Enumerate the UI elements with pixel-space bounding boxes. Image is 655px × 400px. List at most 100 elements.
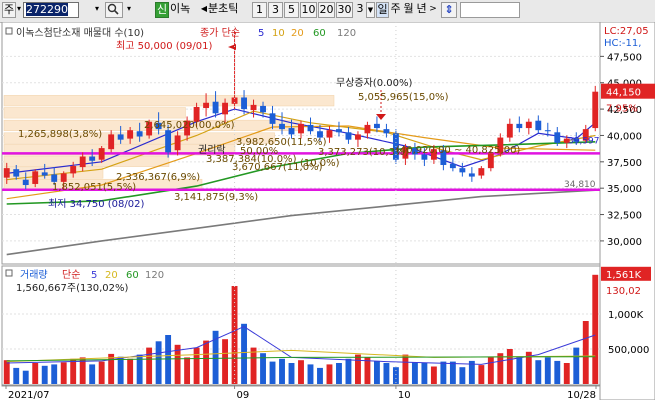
volume-bar: [117, 356, 124, 384]
volume-profile-label: 5,055,965(15,0%): [358, 92, 449, 103]
stock-code-value: 272290: [26, 3, 68, 16]
volume-current-value: 1,561K: [606, 270, 642, 281]
interval-button-1[interactable]: 1: [252, 2, 267, 18]
signal-button[interactable]: 신: [155, 2, 169, 18]
candle-body: [269, 113, 276, 124]
volume-bar: [345, 358, 352, 384]
search-icon[interactable]: [105, 2, 123, 18]
price-tick-label: 32,500: [607, 211, 642, 222]
chart-window: 주 ▾ 272290 ▾ ▾ 신 이녹 ◀ 분초틱 1 3 5 10 20 30…: [0, 0, 655, 400]
price-tick-label: 37,500: [607, 158, 642, 169]
volume-bar: [411, 362, 418, 384]
volume-profile-label: 2,645,020(00,0%): [144, 120, 235, 131]
ma120-current-value: 34,810: [564, 180, 596, 190]
volume-bar: [127, 358, 134, 384]
volume-bar: [165, 335, 172, 384]
interval-current[interactable]: 3: [355, 2, 365, 18]
candle-body: [98, 148, 105, 160]
x-tick-label: 10/28: [567, 390, 596, 400]
volume-bar: [506, 349, 513, 384]
volume-profile-label: 3,141,875(9,3%): [174, 192, 258, 203]
volume-bar: [184, 357, 191, 384]
triangle-down-icon[interactable]: ▼: [366, 2, 375, 18]
candle-body: [364, 124, 371, 134]
triangle-right-icon[interactable]: >: [429, 2, 437, 18]
candle-body: [203, 102, 210, 109]
volume-profile-bar: [3, 95, 335, 107]
price-tick-label: 47,500: [607, 52, 642, 63]
candle-body: [468, 173, 475, 177]
candle-body: [241, 97, 247, 110]
volume-bar: [108, 353, 115, 384]
ma-legend-period-20: 20: [291, 28, 304, 39]
candle-body: [41, 172, 48, 176]
volume-bar: [298, 360, 304, 384]
candle-body: [250, 104, 257, 111]
price-tick-label: 35,000: [607, 184, 642, 195]
small-current-value: 39,597: [568, 137, 600, 147]
extra-input[interactable]: [460, 2, 520, 18]
period-year-button[interactable]: 년: [415, 2, 428, 18]
rights-issue-label: 무상증자(0.00%): [336, 77, 412, 89]
current-price-value: 44,150: [606, 88, 641, 99]
volume-tick-label: 1,000K: [608, 310, 644, 321]
candle-body: [525, 121, 532, 129]
period-month-button[interactable]: 월: [402, 2, 415, 18]
volume-bar: [193, 347, 200, 384]
low-price-label: 최저 34,750 (08/02): [48, 198, 144, 210]
candle-body: [506, 123, 513, 138]
interval-button-30[interactable]: 30: [336, 2, 353, 18]
volume-bar: [449, 361, 456, 384]
volume-bar: [421, 363, 428, 384]
candle-body: [70, 166, 77, 174]
volume-info-label: 1,560,667주(130,02%): [16, 283, 128, 294]
volume-bar: [573, 347, 580, 384]
volume-bar: [440, 361, 447, 384]
volume-ma-period-60: 60: [126, 270, 139, 281]
interval-button-20[interactable]: 20: [318, 2, 335, 18]
candle-body: [174, 135, 181, 151]
market-dropdown-icon[interactable]: ▾: [16, 2, 22, 18]
interval-button-10[interactable]: 10: [300, 2, 317, 18]
volume-bar: [269, 361, 276, 384]
candle-body: [535, 120, 542, 131]
volume-bar: [592, 274, 599, 384]
volume-bar: [146, 347, 153, 384]
volume-profile-label: 1,852,051(5,5%): [52, 182, 136, 193]
volume-bar: [582, 321, 589, 384]
volume-bar: [336, 363, 342, 384]
stock-code-input[interactable]: 272290: [23, 2, 79, 18]
triangle-left-icon[interactable]: ◀: [200, 2, 208, 18]
period-minute-label[interactable]: 분초틱: [208, 2, 250, 18]
candle-body: [279, 123, 285, 130]
volume-bar: [41, 365, 48, 384]
header-lc-label: LC:27,05: [604, 26, 649, 37]
volume-bar: [155, 341, 162, 384]
toolbar: 주 ▾ 272290 ▾ ▾ 신 이녹 ◀ 분초틱 1 3 5 10 20 30…: [0, 0, 655, 23]
volume-bar: [89, 364, 96, 384]
search-dropdown-icon[interactable]: ▾: [124, 2, 134, 18]
candle-body: [544, 130, 551, 132]
candle-body: [592, 91, 599, 129]
period-day-button[interactable]: 일: [376, 2, 389, 18]
code-dropdown-icon[interactable]: ▾: [92, 2, 102, 18]
volume-bar: [98, 361, 105, 384]
volume-bar: [317, 367, 323, 384]
interval-button-3[interactable]: 3: [268, 2, 283, 18]
candle-body: [307, 124, 314, 132]
candle-body: [79, 156, 86, 168]
updown-arrow-icon[interactable]: ⇕: [441, 2, 457, 18]
period-week-button[interactable]: 주: [389, 2, 402, 18]
candle-body: [355, 134, 361, 140]
volume-tick-label: 500,000: [608, 345, 649, 356]
candle-body: [326, 130, 333, 138]
x-tick-label: 10: [398, 390, 411, 400]
volume-bar: [373, 360, 380, 384]
volume-bar: [355, 354, 361, 384]
interval-button-5[interactable]: 5: [284, 2, 299, 18]
market-select[interactable]: 주: [2, 2, 16, 18]
volume-bar: [392, 367, 399, 384]
volume-bar: [70, 358, 77, 384]
candle-body: [516, 123, 523, 129]
volume-bar: [535, 360, 542, 384]
